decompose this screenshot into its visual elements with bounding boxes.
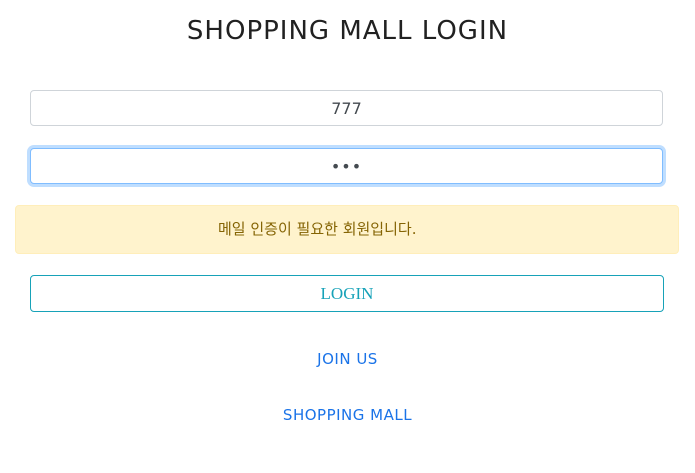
shopping-mall-link[interactable]: SHOPPING MALL bbox=[0, 406, 695, 424]
login-page: SHOPPING MALL LOGIN 메일 인증이 필요한 회원입니다. LO… bbox=[0, 0, 695, 473]
login-button[interactable]: LOGIN bbox=[30, 275, 664, 312]
alert-message: 메일 인증이 필요한 회원입니다. bbox=[218, 220, 417, 238]
join-us-link[interactable]: JOIN US bbox=[0, 350, 695, 368]
page-title: SHOPPING MALL LOGIN bbox=[186, 16, 509, 46]
username-input[interactable] bbox=[30, 90, 663, 126]
password-input[interactable] bbox=[30, 148, 663, 184]
verification-alert: 메일 인증이 필요한 회원입니다. bbox=[15, 205, 679, 254]
